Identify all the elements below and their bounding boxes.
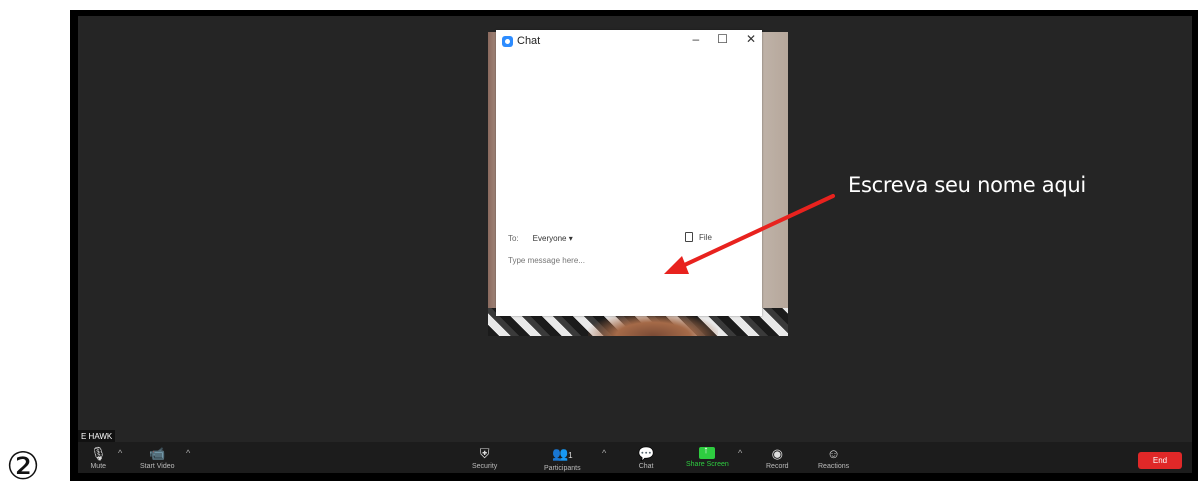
chat-label: Chat <box>638 463 654 470</box>
share-options-caret[interactable]: ^ <box>738 448 742 458</box>
audio-options-caret[interactable]: ^ <box>118 448 122 458</box>
record-icon: ◉ <box>771 446 783 461</box>
participants-count: 1 <box>568 451 573 460</box>
security-label: Security <box>472 463 498 470</box>
meeting-toolbar: 🎙 Mute ^ 📹 Start Video ^ ⛨ Security 👥1 P… <box>78 442 1192 473</box>
share-screen-label: Share Screen <box>686 461 729 468</box>
participants-button[interactable]: 👥1 Participants <box>544 446 581 472</box>
participants-options-caret[interactable]: ^ <box>602 448 606 458</box>
record-button[interactable]: ◉ Record <box>766 446 789 470</box>
share-screen-icon <box>699 445 716 459</box>
chat-bubble-icon: 💬 <box>638 446 655 461</box>
reactions-label: Reactions <box>818 463 850 470</box>
video-options-caret[interactable]: ^ <box>186 448 190 458</box>
security-button[interactable]: ⛨ Security <box>472 446 497 470</box>
annotation-arrow <box>664 194 835 274</box>
record-label: Record <box>766 463 789 470</box>
chat-button[interactable]: 💬 Chat <box>638 446 654 470</box>
annotation-text: Escreva seu nome aqui <box>848 173 1086 197</box>
share-screen-button[interactable]: Share Screen <box>686 445 729 468</box>
end-meeting-button[interactable]: End <box>1138 452 1182 469</box>
zoom-screen: Chat – ☐ ✕ To: Everyone ▾ File Escreva s… <box>70 10 1198 481</box>
shield-icon: ⛨ <box>479 446 490 461</box>
reactions-icon: ☺ <box>826 446 841 461</box>
start-video-button[interactable]: 📹 Start Video <box>140 446 175 470</box>
mute-label: Mute <box>90 463 107 470</box>
meeting-area: Chat – ☐ ✕ To: Everyone ▾ File Escreva s… <box>78 16 1192 473</box>
participants-icon: 👥1 <box>551 446 573 461</box>
mute-button[interactable]: 🎙 Mute <box>90 446 107 470</box>
video-off-icon: 📹 <box>149 446 166 461</box>
reactions-button[interactable]: ☺ Reactions <box>818 446 849 470</box>
participants-label: Participants <box>544 465 581 472</box>
step-number: ② <box>6 444 41 488</box>
start-video-label: Start Video <box>140 463 175 470</box>
microphone-icon: 🎙 <box>90 446 107 461</box>
